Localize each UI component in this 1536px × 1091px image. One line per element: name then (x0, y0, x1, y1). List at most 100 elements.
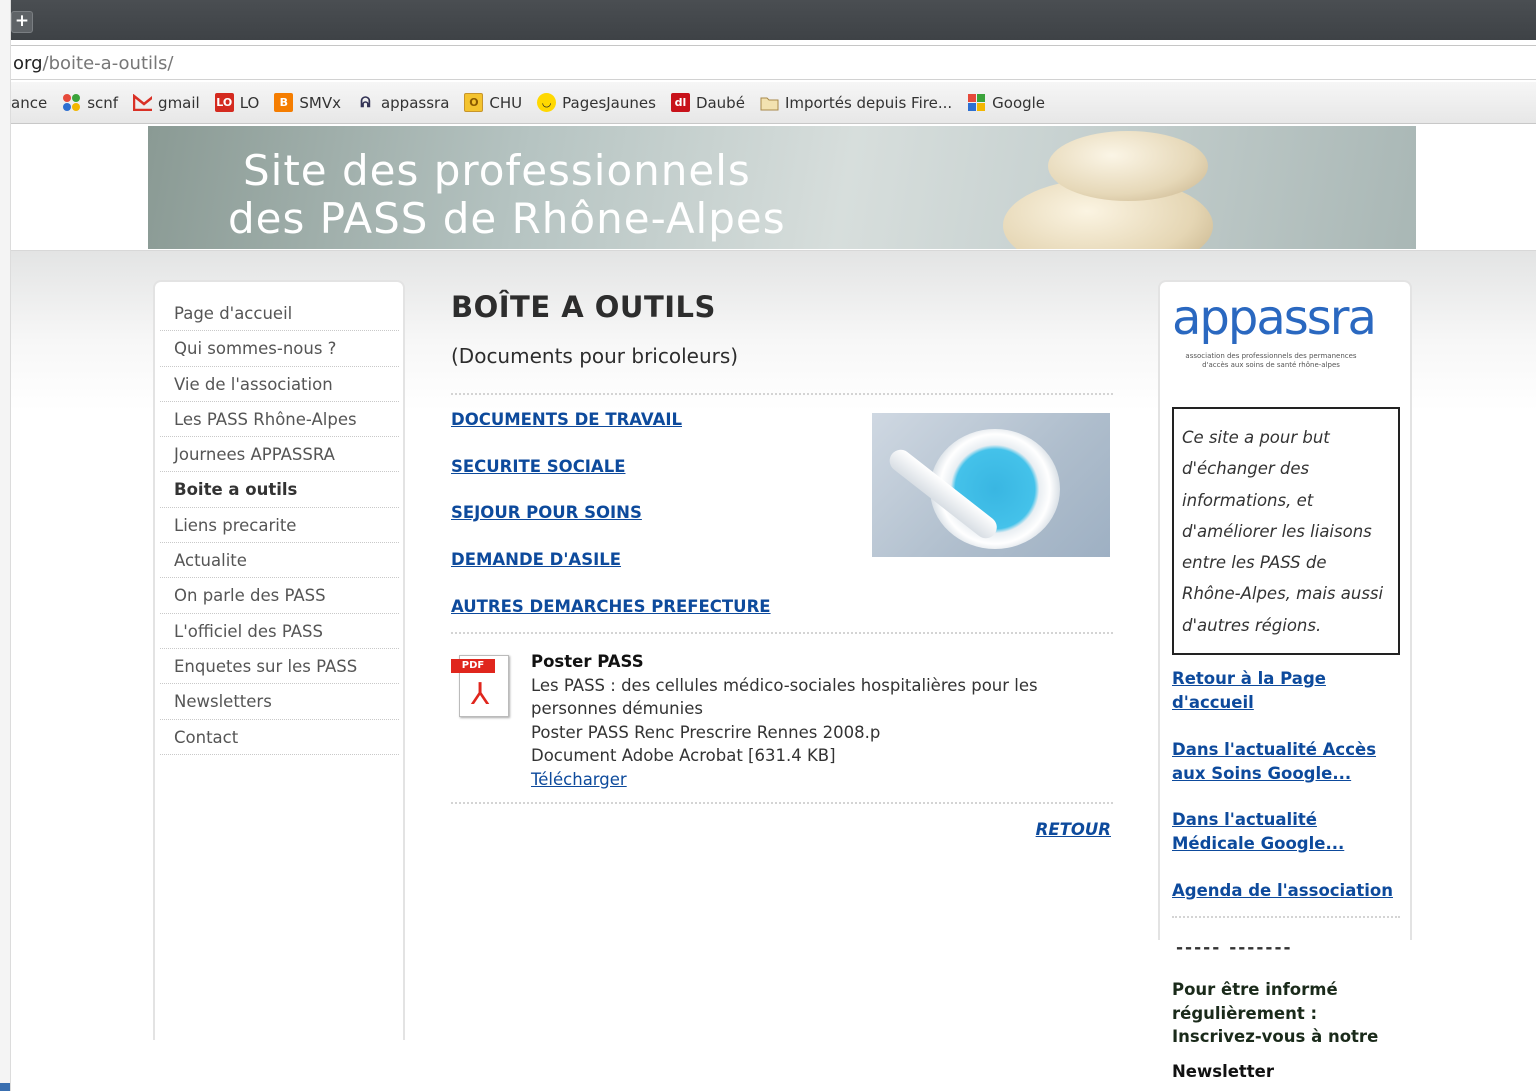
bookmark-label: scnf (87, 93, 119, 112)
new-tab-icon[interactable]: + (11, 11, 33, 33)
bookmark-daube[interactable]: dl Daubé (670, 93, 745, 112)
link-line: aux Soins Google... (1172, 763, 1352, 783)
bookmark-label: SMVx (299, 93, 341, 112)
divider (451, 393, 1113, 395)
document-filename: Poster PASS Renc Prescrire Rennes 2008.p (531, 722, 881, 742)
bookmark-lo[interactable]: LO LO (214, 93, 260, 112)
bookmark-label: CHU (489, 93, 523, 112)
document-description-cont: personnes démunies (531, 699, 703, 718)
google-icon (967, 93, 986, 112)
link-line: Dans l'actualité (1172, 810, 1317, 829)
page-title: BOÎTE A OUTILS (451, 290, 716, 324)
newsletter-info-line: régulièrement : (1172, 1003, 1318, 1023)
lo-icon: LO (214, 93, 234, 112)
link-line: d'accueil (1172, 692, 1254, 712)
document-entry: Poster PASS Les PASS : des cellules médi… (531, 650, 1038, 791)
download-link[interactable]: Télécharger (531, 768, 1038, 792)
appassra-logo: appassra (1172, 290, 1377, 346)
main-content: BOÎTE A OUTILS (Documents pour bricoleur… (451, 290, 1113, 839)
nav-item-newsletters[interactable]: Newsletters (160, 684, 399, 720)
document-title: Poster PASS (531, 652, 644, 671)
window-left-edge (0, 0, 11, 1091)
nav-item-vie-association[interactable]: Vie de l'association (160, 367, 399, 402)
bookmark-importes[interactable]: Importés depuis Fire... (760, 93, 952, 112)
browser-tab-strip: + (11, 0, 1536, 40)
appassra-icon: ᕱ (360, 94, 371, 111)
nav-item-journees[interactable]: Journees APPASSRA (160, 437, 399, 473)
nav-item-accueil[interactable]: Page d'accueil (160, 296, 399, 332)
chu-icon: O (464, 93, 484, 112)
link-actualite-acces-soins[interactable]: Dans l'actualité Accès aux Soins Google.… (1172, 738, 1376, 785)
bookmark-google[interactable]: Google (967, 93, 1045, 112)
banner-title-line2: des PASS de Rhône-Alpes (228, 194, 786, 243)
newsletter-info-line: Pour être informé (1172, 980, 1338, 999)
divider (451, 632, 1113, 634)
link-line: Agenda de l'association (1172, 881, 1393, 900)
page-subtitle: (Documents pour bricoleurs) (451, 344, 739, 368)
nav-item-contact[interactable]: Contact (160, 720, 399, 755)
left-navigation: Page d'accueil Qui sommes-nous ? Vie de … (153, 280, 405, 1040)
stone-image (1048, 131, 1208, 201)
link-line: Dans l'actualité Accès (1172, 740, 1377, 759)
nav-item-qui-sommes-nous[interactable]: Qui sommes-nous ? (160, 331, 399, 367)
nav-item-enquetes[interactable]: Enquetes sur les PASS (160, 649, 399, 685)
banner-title-line1: Site des professionnels (243, 146, 751, 195)
bookmark-label: appassra (380, 93, 450, 112)
divider (1172, 916, 1400, 918)
nav-item-pass-rhone-alpes[interactable]: Les PASS Rhône-Alpes (160, 402, 399, 438)
pdf-tag: PDF (451, 659, 495, 673)
nav-item-officiel[interactable]: L'officiel des PASS (160, 614, 399, 649)
bookmarks-bar: ance scnf gmail LO LO B SMVx ᕱ appassra … (11, 82, 1536, 124)
bookmark-ance[interactable]: ance (11, 94, 47, 112)
dots-icon (62, 93, 81, 112)
bookmark-label: Google (992, 93, 1046, 112)
address-bar[interactable]: org/boite-a-outils/ (11, 45, 1536, 80)
link-line: Retour à la Page (1172, 669, 1326, 688)
link-actualite-medicale[interactable]: Dans l'actualité Médicale Google... (1172, 808, 1344, 855)
url-text[interactable]: org/boite-a-outils/ (13, 53, 173, 74)
link-demande-asile[interactable]: DEMANDE D'ASILE (451, 550, 621, 569)
nav-item-actualite[interactable]: Actualite (160, 543, 399, 579)
newsletter-info-line: Inscrivez-vous à notre (1172, 1027, 1379, 1046)
bookmark-appassra[interactable]: ᕱ appassra (356, 93, 449, 112)
bookmark-smvx[interactable]: B SMVx (274, 93, 341, 112)
site-banner: Site des professionnels des PASS de Rhôn… (148, 126, 1416, 249)
bookmark-label: LO (239, 93, 260, 112)
dashes-separator: ----- ------- (1176, 938, 1293, 958)
url-host: org (13, 53, 43, 74)
bookmark-label: Daubé (695, 93, 745, 112)
site-purpose-box: Ce site a pour but d'échanger des inform… (1172, 407, 1400, 655)
folder-icon (760, 93, 779, 112)
link-agenda[interactable]: Agenda de l'association (1172, 879, 1393, 903)
link-sejour-soins[interactable]: SEJOUR POUR SOINS (451, 503, 642, 522)
newsletter-info: Pour être informé régulièrement : Inscri… (1172, 978, 1378, 1049)
document-description: Les PASS : des cellules médico-sociales … (531, 675, 1038, 695)
link-retour-accueil[interactable]: Retour à la Page d'accueil (1172, 667, 1326, 714)
bookmark-scnf[interactable]: scnf (62, 93, 118, 112)
nav-item-liens-precarite[interactable]: Liens precarite (160, 508, 399, 544)
pdf-icon[interactable]: PDF ⅄ (451, 653, 509, 717)
link-documents-travail[interactable]: DOCUMENTS DE TRAVAIL (451, 410, 682, 429)
retour-link[interactable]: RETOUR (1036, 820, 1111, 839)
bookmark-chu[interactable]: O CHU (464, 93, 522, 112)
bookmark-label: Importés depuis Fire... (784, 93, 953, 112)
bookmark-pagesjaunes[interactable]: ◡ PagesJaunes (537, 93, 656, 112)
link-securite-sociale[interactable]: SECURITE SOCIALE (451, 457, 626, 476)
bookmark-label: ance (11, 93, 48, 112)
smiley-icon: ◡ (537, 93, 557, 112)
newsletter-link[interactable]: Newsletter (1172, 1062, 1274, 1081)
link-line: Médicale Google... (1172, 833, 1345, 853)
bookmark-gmail[interactable]: gmail (133, 93, 200, 112)
divider (451, 802, 1113, 804)
nav-item-on-parle[interactable]: On parle des PASS (160, 578, 399, 614)
bookmark-label: PagesJaunes (562, 93, 656, 112)
nav-item-boite-a-outils[interactable]: Boite a outils (160, 472, 399, 508)
logo-subtitle: association des professionnels des perma… (1185, 352, 1357, 369)
bookmark-label: gmail (158, 93, 200, 112)
link-autres-demarches[interactable]: AUTRES DEMARCHES PREFECTURE (451, 597, 771, 616)
document-filetype: Document Adobe Acrobat [631.4 KB] (531, 746, 836, 765)
blogger-icon: B (274, 93, 294, 112)
gmail-icon (133, 93, 153, 112)
mortar-pestle-image (872, 413, 1110, 557)
url-path: /boite-a-outils/ (42, 53, 174, 74)
